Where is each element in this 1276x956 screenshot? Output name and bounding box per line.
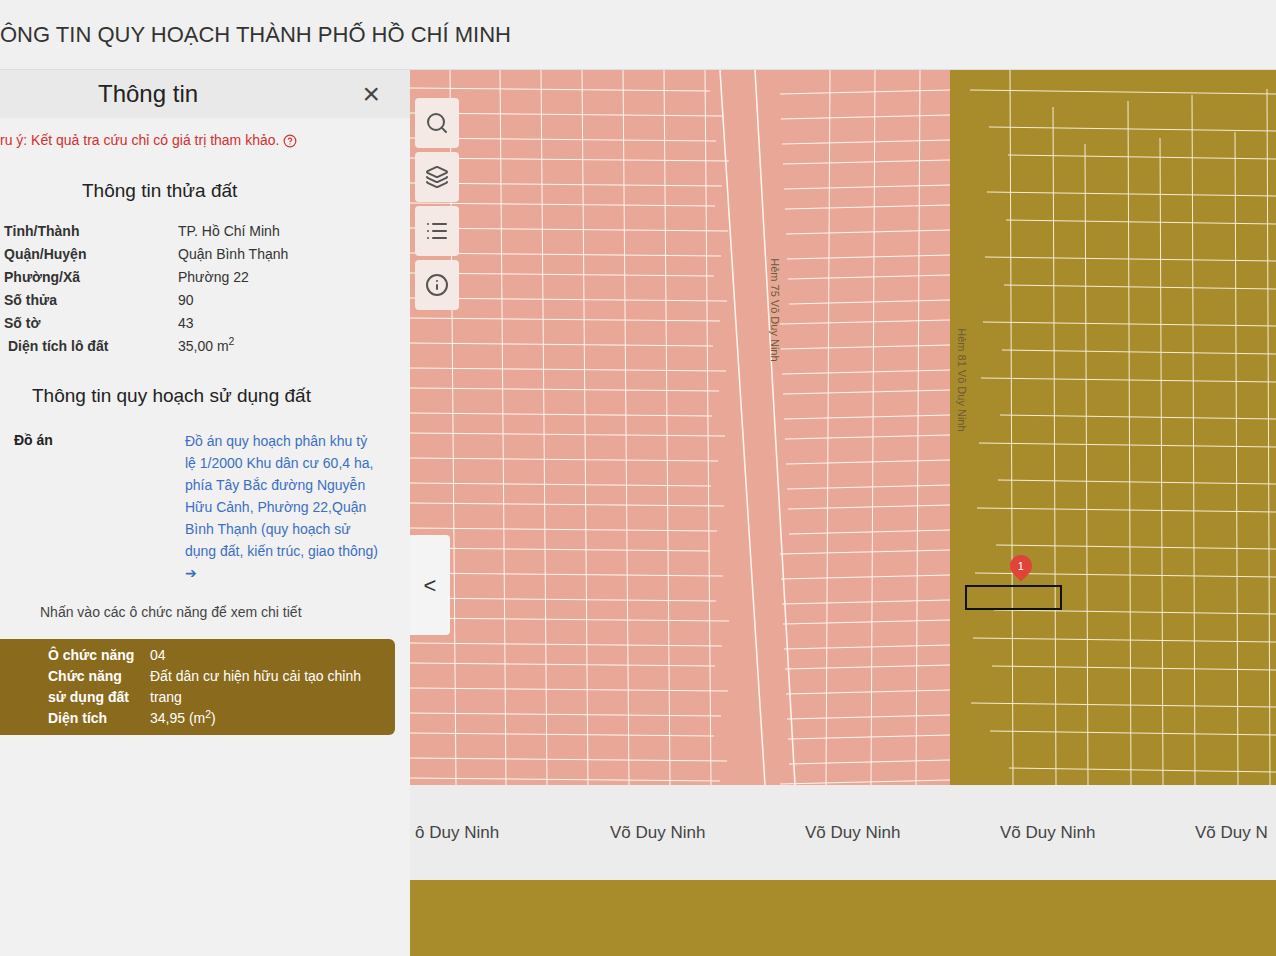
road: ô Duy Ninh Võ Duy Ninh Võ Duy Ninh Võ Duy N… bbox=[410, 785, 1276, 880]
road-label: Võ Duy Ninh bbox=[1000, 820, 1095, 846]
function-row: Chức năng sử dụng đấtĐất dân cư hiện hữu… bbox=[0, 666, 395, 708]
alley-label: Hẻm 81 Võ Duy Ninh bbox=[954, 328, 971, 431]
plan-link[interactable]: Đồ án quy hoạch phân khu tỷ lệ 1/2000 Kh… bbox=[185, 430, 380, 584]
olive-zone-south[interactable] bbox=[410, 880, 1276, 956]
parcel-table: Tỉnh/ThànhTP. Hồ Chí MinhQuận/HuyệnQuận … bbox=[0, 220, 410, 358]
panel-title: Thông tin bbox=[98, 76, 198, 112]
parcel-row: Tỉnh/ThànhTP. Hồ Chí Minh bbox=[0, 220, 410, 243]
function-box[interactable]: Ô chức năng04Chức năng sử dụng đấtĐất dâ… bbox=[0, 639, 395, 735]
function-row: Ô chức năng04 bbox=[0, 645, 395, 666]
list-icon bbox=[425, 219, 449, 243]
collapse-button[interactable]: < bbox=[410, 535, 450, 635]
hint: Nhấn vào các ô chức năng để xem chi tiết bbox=[40, 602, 410, 623]
parcel-lines bbox=[410, 70, 950, 785]
parcel-row: Quận/HuyệnQuận Bình Thạnh bbox=[0, 243, 410, 266]
parcel-row: Số tờ43 bbox=[0, 312, 410, 335]
list-button[interactable] bbox=[415, 206, 459, 256]
parcel-row: Phường/XãPhường 22 bbox=[0, 266, 410, 289]
alley-label: Hẻm 75 Võ Duy Ninh bbox=[767, 258, 784, 361]
selected-parcel[interactable] bbox=[965, 585, 1062, 610]
page-header: ÔNG TIN QUY HOẠCH THÀNH PHỐ HỒ CHÍ MINH bbox=[0, 0, 1276, 70]
parcel-heading: Thông tin thửa đất bbox=[82, 177, 410, 206]
search-icon bbox=[425, 111, 449, 135]
help-icon[interactable] bbox=[283, 134, 297, 148]
road-label: Võ Duy Ninh bbox=[805, 820, 900, 846]
search-button[interactable] bbox=[415, 98, 459, 148]
info-button[interactable] bbox=[415, 260, 459, 310]
road-label: Võ Duy Ninh bbox=[610, 820, 705, 846]
parcel-row: Số thửa90 bbox=[0, 289, 410, 312]
map[interactable]: ô Duy Ninh Võ Duy Ninh Võ Duy Ninh Võ Duy N… bbox=[410, 70, 1276, 956]
pink-zone[interactable] bbox=[410, 70, 950, 785]
close-button[interactable]: × bbox=[362, 79, 380, 109]
note: ru ý: Kết quả tra cứu chỉ có giá trị tha… bbox=[0, 130, 410, 151]
layers-icon bbox=[425, 165, 449, 189]
layers-button[interactable] bbox=[415, 152, 459, 202]
olive-zone[interactable] bbox=[950, 70, 1276, 785]
road-label: ô Duy Ninh bbox=[415, 820, 499, 846]
panel-header: Thông tin × bbox=[0, 70, 410, 118]
plan-heading: Thông tin quy hoạch sử dụng đất bbox=[32, 382, 410, 411]
app: ÔNG TIN QUY HOẠCH THÀNH PHỐ HỒ CHÍ MINH T… bbox=[0, 0, 1276, 956]
info-panel: Thông tin × ru ý: Kết quả tra cứu chỉ có g… bbox=[0, 70, 410, 956]
parcel-row: Diện tích lô đất35,00 m2 bbox=[0, 335, 410, 358]
parcel-lines bbox=[950, 70, 1276, 785]
road-label: Võ Duy N bbox=[1195, 820, 1268, 846]
function-row: Diện tích34,95 (m2) bbox=[0, 708, 395, 729]
info-icon bbox=[425, 273, 449, 297]
page-title: ÔNG TIN QUY HOẠCH THÀNH PHỐ HỒ CHÍ MINH bbox=[0, 18, 511, 51]
map-toolbar bbox=[415, 98, 459, 310]
plan-row: Đồ ánĐồ án quy hoạch phân khu tỷ lệ 1/20… bbox=[0, 430, 410, 584]
